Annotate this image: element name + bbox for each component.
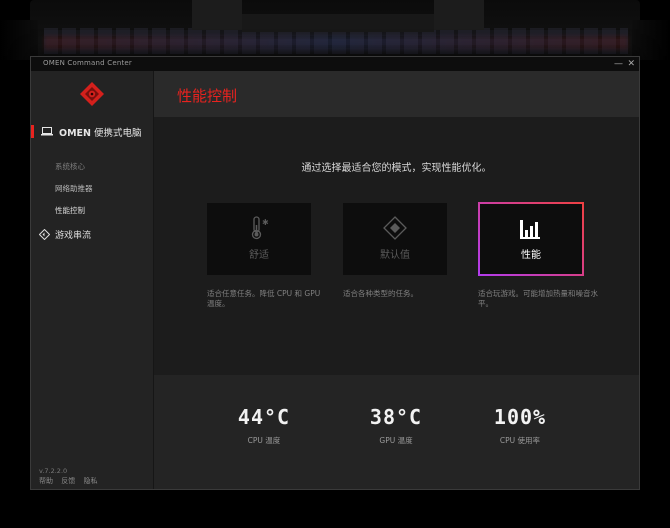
laptop-icon bbox=[41, 127, 53, 136]
sidebar-subitem-system-core[interactable]: 系统核心 bbox=[55, 161, 85, 172]
svg-text:✱: ✱ bbox=[262, 218, 269, 227]
mode-card-comfort[interactable]: ✱ 舒适 bbox=[207, 203, 311, 275]
mode-card-comfort-label: 舒适 bbox=[249, 250, 269, 261]
hinge-center bbox=[242, 14, 434, 32]
version-text: v.7.2.2.0 bbox=[39, 467, 68, 475]
mode-description-performance: 适合玩游戏。可能增加热量和噪音水平。 bbox=[478, 289, 598, 308]
mode-card-default-label: 默认值 bbox=[380, 250, 410, 261]
stat-label: GPU 温度 bbox=[379, 436, 413, 445]
mode-description-default: 适合各种类型的任务。 bbox=[343, 289, 418, 298]
bars-icon bbox=[520, 220, 540, 239]
stat-value: 100% bbox=[493, 405, 547, 429]
stat-value: 38°C bbox=[369, 405, 423, 429]
page-header: 性能控制 bbox=[154, 71, 639, 117]
mode-card-default[interactable]: 默认值 bbox=[343, 203, 447, 275]
sidebar-item-laptop-label: OMEN 便携式电脑 bbox=[59, 128, 142, 139]
mode-panel: 通过选择最适合您的模式，实现性能优化。 ✱ 舒适 默认值 性能 适合任意任务。降… bbox=[154, 117, 639, 375]
omen-logo-icon bbox=[80, 82, 104, 106]
window-title: OMEN Command Center bbox=[43, 59, 132, 67]
stat-gpu-temperature: 38°C GPU 温度 bbox=[346, 405, 446, 446]
mode-card-performance[interactable]: 性能 bbox=[478, 202, 584, 276]
stat-cpu-temperature: 44°C CPU 温度 bbox=[214, 405, 314, 446]
thermometer-icon: ✱ bbox=[251, 216, 269, 240]
minimize-icon[interactable]: — bbox=[614, 57, 623, 71]
privacy-link[interactable]: 隐私 bbox=[83, 477, 97, 485]
main-content: 性能控制 通过选择最适合您的模式，实现性能优化。 ✱ 舒适 默认值 性能 适合任… bbox=[154, 71, 639, 489]
hinge-right bbox=[434, 0, 484, 30]
sidebar-item-game-stream-label: 游戏串流 bbox=[55, 231, 92, 241]
sidebar-subitem-performance-control[interactable]: 性能控制 bbox=[55, 205, 85, 216]
feedback-link[interactable]: 反馈 bbox=[61, 477, 75, 485]
diamond-icon bbox=[383, 216, 407, 240]
app-window: OMEN Command Center — ✕ OMEN 便携式电脑 系统核心 … bbox=[30, 56, 640, 490]
hinge-left bbox=[192, 0, 242, 30]
title-bar: OMEN Command Center — ✕ bbox=[31, 57, 639, 71]
stats-panel: 44°C CPU 温度 38°C GPU 温度 100% CPU 使用率 bbox=[154, 375, 639, 489]
stat-value: 44°C bbox=[237, 405, 291, 429]
deck-edge-right bbox=[632, 20, 670, 60]
sidebar: OMEN 便携式电脑 系统核心 网络助推器 性能控制 游戏串流 v.7.2.2.… bbox=[31, 71, 154, 489]
deck-edge-left bbox=[0, 20, 38, 60]
stream-diamond-icon bbox=[39, 229, 50, 240]
stat-label: CPU 温度 bbox=[247, 436, 281, 445]
stat-label: CPU 使用率 bbox=[499, 436, 541, 445]
active-indicator bbox=[31, 125, 34, 138]
footer-links: 帮助 反馈 隐私 bbox=[39, 476, 103, 486]
help-link[interactable]: 帮助 bbox=[39, 477, 53, 485]
sidebar-item-game-stream[interactable]: 游戏串流 bbox=[31, 227, 153, 243]
sidebar-item-laptop[interactable]: OMEN 便携式电脑 bbox=[31, 123, 153, 141]
stat-cpu-usage: 100% CPU 使用率 bbox=[470, 405, 570, 446]
page-title: 性能控制 bbox=[177, 87, 238, 105]
mode-card-performance-label: 性能 bbox=[521, 250, 541, 261]
mode-description-comfort: 适合任意任务。降低 CPU 和 GPU 温度。 bbox=[207, 289, 321, 308]
close-icon[interactable]: ✕ bbox=[627, 57, 635, 71]
mode-subtitle: 通过选择最适合您的模式，实现性能优化。 bbox=[301, 163, 492, 174]
sidebar-subitem-network-booster[interactable]: 网络助推器 bbox=[55, 183, 93, 194]
keyboard-backlight bbox=[44, 36, 628, 50]
